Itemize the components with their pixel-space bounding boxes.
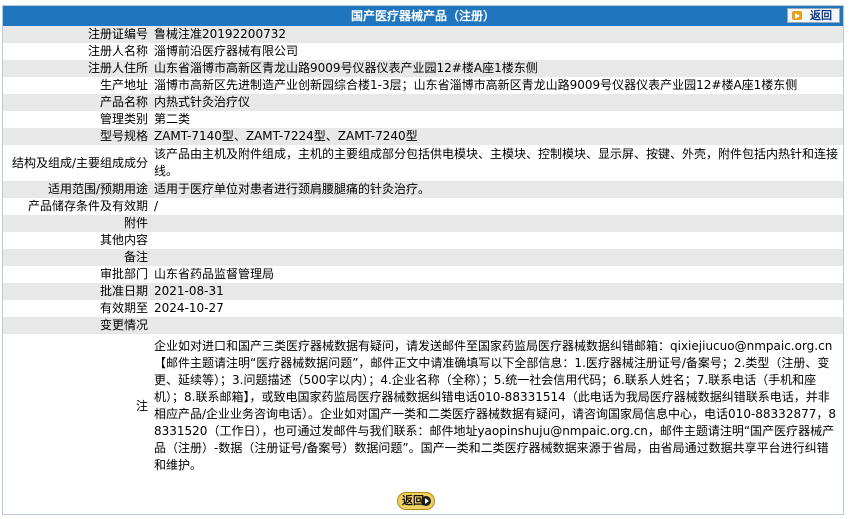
field-row: 适用范围/预期用途 适用于医疗单位对患者进行颈肩腰腿痛的针灸治疗。	[3, 181, 843, 198]
field-value: 山东省淄博市高新区青龙山路9009号仪器仪表产业园12#楼A座1楼东侧	[151, 60, 843, 77]
note-row: 注企业如对进口和国产三类医疗器械数据有疑问，请发送邮件至国家药监局医疗器械数据纠…	[3, 334, 843, 478]
field-label: 审批部门	[3, 266, 151, 283]
field-row: 注册证编号 鲁械注准20192200732	[3, 26, 843, 43]
field-label: 附件	[3, 215, 151, 232]
field-label: 适用范围/预期用途	[3, 181, 151, 198]
field-label: 注册人名称	[3, 43, 151, 60]
back-button-top-label: 返回	[810, 9, 832, 22]
field-label: 型号规格	[3, 128, 151, 145]
field-label: 批准日期	[3, 283, 151, 300]
product-detail-panel: 国产医疗器械产品（注册） 返回 注册证编号 鲁械注准20192200732 注册人名…	[2, 5, 844, 515]
field-label: 其他内容	[3, 232, 151, 249]
field-row: 产品储存条件及有效期 /	[3, 198, 843, 215]
field-label: 有效期至	[3, 300, 151, 317]
field-value: 该产品由主机及附件组成，主机的主要组成部分包括供电模块、主模块、控制模块、显示屏…	[151, 145, 843, 181]
back-button-top[interactable]: 返回	[787, 8, 840, 23]
field-value	[151, 215, 843, 232]
field-row: 有效期至 2024-10-27	[3, 300, 843, 317]
field-row: 管理类别 第二类	[3, 111, 843, 128]
field-value: 2024-10-27	[151, 300, 843, 317]
field-label: 生产地址	[3, 77, 151, 94]
field-label: 产品储存条件及有效期	[3, 198, 151, 215]
note-text: 企业如对进口和国产三类医疗器械数据有疑问，请发送邮件至国家药监局医疗器械数据纠错…	[151, 334, 843, 478]
field-row: 生产地址 淄博市高新区先进制造产业创新园综合楼1-3层；山东省淄博市高新区青龙山路…	[3, 77, 843, 94]
field-value: 第二类	[151, 111, 843, 128]
field-value	[151, 317, 843, 334]
page-title: 国产医疗器械产品（注册）	[350, 9, 495, 23]
detail-table: 注册证编号 鲁械注准20192200732 注册人名称 淄博前沿医疗器械有限公司 注册人…	[3, 26, 843, 478]
field-value: 适用于医疗单位对患者进行颈肩腰腿痛的针灸治疗。	[151, 181, 843, 198]
field-row: 产品名称 内热式针灸治疗仪	[3, 94, 843, 111]
field-label: 产品名称	[3, 94, 151, 111]
field-row: 审批部门 山东省药品监督管理局	[3, 266, 843, 283]
field-row: 变更情况	[3, 317, 843, 334]
field-row: 备注	[3, 249, 843, 266]
field-label: 备注	[3, 249, 151, 266]
field-value	[151, 249, 843, 266]
field-value: ZAMT-7140型、ZAMT-7224型、ZAMT-7240型	[151, 128, 843, 145]
field-row: 结构及组成/主要组成成分 该产品由主机及附件组成，主机的主要组成部分包括供电模块、…	[3, 145, 843, 181]
field-label: 变更情况	[3, 317, 151, 334]
field-label: 管理类别	[3, 111, 151, 128]
field-value: 淄博前沿医疗器械有限公司	[151, 43, 843, 60]
arrow-circle-icon	[421, 496, 431, 506]
field-row: 批准日期 2021-08-31	[3, 283, 843, 300]
field-label: 注册人住所	[3, 60, 151, 77]
arrow-right-icon	[792, 11, 802, 20]
field-row: 注册人住所 山东省淄博市高新区青龙山路9009号仪器仪表产业园12#楼A座1楼东侧	[3, 60, 843, 77]
back-button-bottom[interactable]: 返回	[397, 492, 435, 510]
field-row: 注册人名称 淄博前沿医疗器械有限公司	[3, 43, 843, 60]
field-value: /	[151, 198, 843, 215]
field-label: 注册证编号	[3, 26, 151, 43]
field-row: 其他内容	[3, 232, 843, 249]
page-header: 国产医疗器械产品（注册） 返回	[3, 6, 843, 26]
field-row: 型号规格 ZAMT-7140型、ZAMT-7224型、ZAMT-7240型	[3, 128, 843, 145]
note-label: 注	[3, 334, 151, 478]
field-value	[151, 232, 843, 249]
field-value: 淄博市高新区先进制造产业创新园综合楼1-3层；山东省淄博市高新区青龙山路9009…	[151, 77, 843, 94]
field-value: 山东省药品监督管理局	[151, 266, 843, 283]
field-label: 结构及组成/主要组成成分	[3, 145, 151, 181]
field-row: 附件	[3, 215, 843, 232]
field-value: 2021-08-31	[151, 283, 843, 300]
field-value: 内热式针灸治疗仪	[151, 94, 843, 111]
field-value: 鲁械注准20192200732	[151, 26, 843, 43]
